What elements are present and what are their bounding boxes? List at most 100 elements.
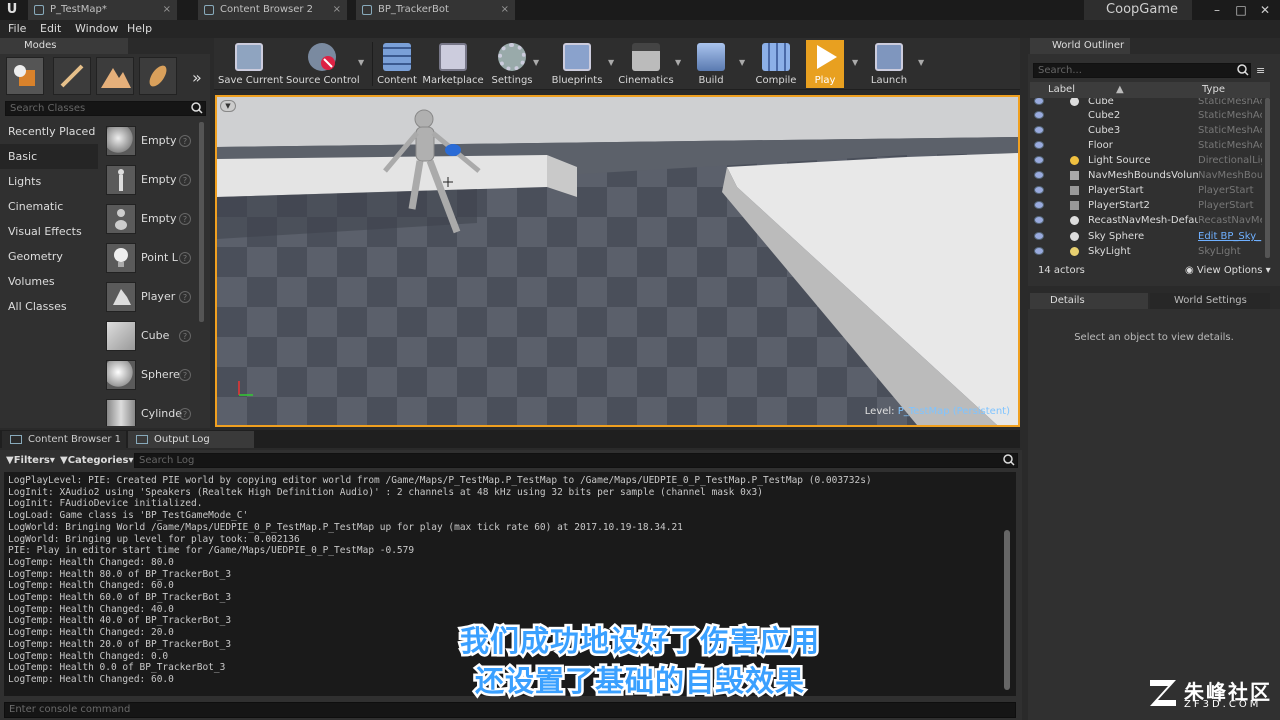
category-visual-effects[interactable]: Visual Effects (0, 219, 98, 244)
chevron-down-icon[interactable]: ▼ (675, 58, 685, 68)
level-viewport[interactable] (215, 95, 1020, 427)
eye-icon[interactable] (1034, 247, 1044, 255)
tab-content-browser-2[interactable]: Content Browser 2 × (198, 0, 348, 20)
edit-blueprint-link[interactable]: Edit BP_Sky_ (1198, 229, 1262, 244)
console-input[interactable]: Enter console command (4, 702, 1016, 718)
log-search-input[interactable]: Search Log (134, 453, 1018, 468)
list-item[interactable]: PlayerStart PlayerStart (1030, 183, 1264, 198)
more-modes-icon[interactable]: » (192, 68, 202, 87)
world-outliner-tab[interactable]: World Outliner (1030, 38, 1130, 54)
eye-icon[interactable] (1034, 186, 1044, 194)
list-item[interactable]: RecastNavMesh-Default RecastNavMe (1030, 213, 1264, 228)
compile-button[interactable]: Compile (754, 40, 798, 88)
eye-icon[interactable] (1034, 126, 1044, 134)
place-item-cylinder[interactable]: Cylinde? (101, 396, 197, 426)
view-options-button[interactable]: ◉ View Options ▾ (1185, 265, 1271, 276)
modes-tab[interactable]: Modes (0, 38, 128, 54)
menu-help[interactable]: Help (127, 20, 152, 38)
help-icon[interactable]: ? (179, 213, 191, 225)
classes-search-input[interactable]: Search Classes (5, 101, 206, 116)
list-item[interactable]: SkyLight SkyLight (1030, 244, 1264, 258)
eye-icon[interactable] (1034, 111, 1044, 119)
chevron-down-icon[interactable]: ▼ (739, 58, 749, 68)
eye-icon[interactable] (1034, 216, 1044, 224)
col-label[interactable]: Label (1048, 82, 1075, 98)
outliner-scrollbar[interactable] (1265, 98, 1270, 258)
chevron-down-icon[interactable]: ▼ (852, 58, 862, 68)
eye-icon[interactable] (1034, 98, 1044, 105)
tab-content-browser-1[interactable]: Content Browser 1 (2, 431, 126, 448)
viewport-options-icon[interactable]: ▼ (220, 100, 236, 112)
help-icon[interactable]: ? (179, 408, 191, 420)
eye-icon[interactable] (1034, 141, 1044, 149)
eye-icon[interactable] (1034, 201, 1044, 209)
col-type[interactable]: Type (1202, 82, 1225, 98)
menu-file[interactable]: File (8, 20, 26, 38)
minimize-icon[interactable]: – (1206, 0, 1228, 20)
build-button[interactable]: Build (690, 40, 732, 88)
foliage-mode-button[interactable] (139, 57, 177, 95)
category-volumes[interactable]: Volumes (0, 269, 98, 294)
list-item[interactable]: Light Source DirectionalLig (1030, 153, 1264, 168)
categories-dropdown[interactable]: ▼Categories▾ (60, 453, 134, 468)
category-basic[interactable]: Basic (0, 144, 98, 169)
chevron-down-icon[interactable]: ▼ (608, 58, 618, 68)
category-all-classes[interactable]: All Classes (0, 294, 98, 319)
tab-bp-trackerbot[interactable]: BP_TrackerBot × (356, 0, 516, 20)
help-icon[interactable]: ? (179, 252, 191, 264)
settings-button[interactable]: Settings (490, 40, 534, 88)
help-icon[interactable]: ? (179, 291, 191, 303)
world-settings-tab[interactable]: World Settings (1150, 293, 1270, 309)
tab-p-testmap[interactable]: P_TestMap* × (28, 0, 178, 20)
close-window-icon[interactable]: ✕ (1254, 0, 1276, 20)
maximize-icon[interactable]: □ (1230, 0, 1252, 20)
outliner-search-input[interactable]: Search... (1033, 63, 1251, 78)
place-item-empty-pawn[interactable]: Empty? (101, 201, 197, 238)
eye-icon[interactable] (1034, 171, 1044, 179)
marketplace-button[interactable]: Marketplace (422, 40, 484, 88)
chevron-down-icon[interactable]: ▼ (358, 58, 368, 68)
help-icon[interactable]: ? (179, 174, 191, 186)
eye-icon[interactable] (1034, 232, 1044, 240)
blueprints-button[interactable]: Blueprints (550, 40, 604, 88)
place-mode-button[interactable] (6, 57, 44, 95)
list-item[interactable]: Cube2 StaticMeshAc (1030, 108, 1264, 123)
eye-icon[interactable] (1034, 156, 1044, 164)
outliner-settings-icon[interactable]: ≡ (1256, 64, 1265, 77)
close-icon[interactable]: × (163, 0, 171, 20)
save-current-button[interactable]: Save Current (218, 40, 283, 88)
play-button[interactable]: Play (806, 40, 844, 88)
place-item-empty-actor[interactable]: Empty? (101, 123, 197, 160)
cinematics-button[interactable]: Cinematics (618, 40, 674, 88)
help-icon[interactable]: ? (179, 369, 191, 381)
place-item-cube[interactable]: Cube? (101, 318, 197, 355)
content-button[interactable]: Content (376, 40, 418, 88)
list-item[interactable]: Cube3 StaticMeshAc (1030, 123, 1264, 138)
tab-output-log[interactable]: Output Log (128, 431, 254, 448)
source-control-button[interactable]: Source Control (286, 40, 360, 88)
menu-window[interactable]: Window (75, 20, 118, 38)
category-geometry[interactable]: Geometry (0, 244, 98, 269)
close-icon[interactable]: × (333, 0, 341, 20)
details-tab[interactable]: Details (1030, 293, 1148, 309)
chevron-down-icon[interactable]: ▼ (533, 58, 543, 68)
category-cinematic[interactable]: Cinematic (0, 194, 98, 219)
help-icon[interactable]: ? (179, 330, 191, 342)
help-icon[interactable]: ? (179, 135, 191, 147)
modes-scrollbar[interactable] (199, 122, 204, 322)
category-recently-placed[interactable]: Recently Placed (0, 119, 98, 144)
list-item[interactable]: Floor StaticMeshAc (1030, 138, 1264, 153)
menu-edit[interactable]: Edit (40, 20, 61, 38)
close-icon[interactable]: × (501, 0, 509, 20)
place-item-player-start[interactable]: Player? (101, 279, 197, 316)
landscape-mode-button[interactable] (96, 57, 134, 95)
list-item[interactable]: NavMeshBoundsVolume NavMeshBou (1030, 168, 1264, 183)
list-item[interactable]: PlayerStart2 PlayerStart (1030, 198, 1264, 213)
place-item-empty-character[interactable]: Empty? (101, 162, 197, 199)
chevron-down-icon[interactable]: ▼ (918, 58, 928, 68)
list-item[interactable]: Sky Sphere Edit BP_Sky_ (1030, 229, 1264, 244)
paint-mode-button[interactable] (53, 57, 91, 95)
place-item-sphere[interactable]: Sphere? (101, 357, 197, 394)
place-item-point-light[interactable]: Point L? (101, 240, 197, 277)
category-lights[interactable]: Lights (0, 169, 98, 194)
